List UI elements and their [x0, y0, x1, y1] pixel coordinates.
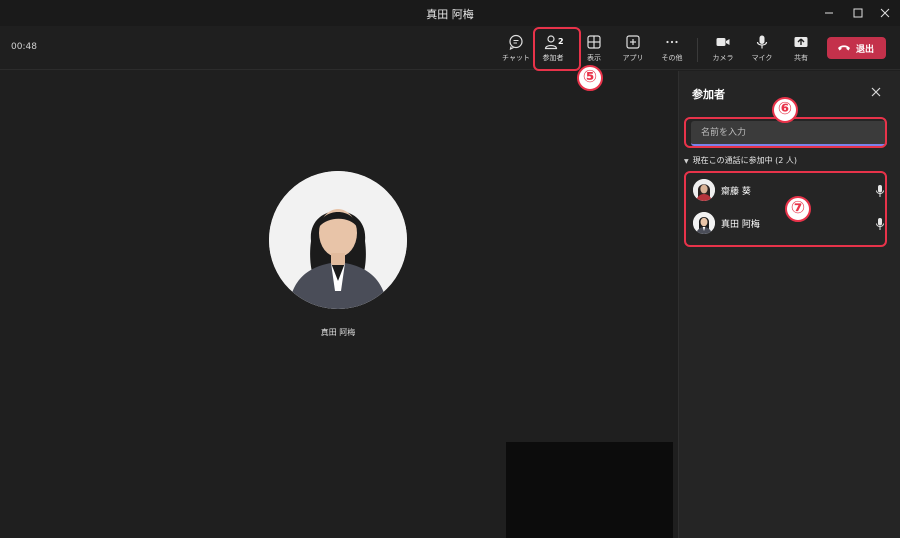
- hangup-icon: [838, 45, 850, 51]
- meeting-toolbar: 00:48 チャット 2 参加者 表示 アプリ その他 カメラ マイク 共有 退…: [0, 26, 900, 71]
- camera-label: カメラ: [712, 54, 734, 62]
- toolbar-divider: [697, 38, 698, 62]
- share-label: 共有: [794, 54, 808, 62]
- plus-box-icon: [626, 35, 640, 49]
- chat-button[interactable]: チャット: [496, 32, 536, 66]
- leave-button[interactable]: 退出: [827, 37, 886, 59]
- window-title: 真田 阿梅: [426, 8, 474, 21]
- grid-icon: [587, 35, 601, 49]
- collapse-caret-icon: ▼: [684, 158, 689, 165]
- maximize-icon[interactable]: [849, 4, 867, 22]
- participant-avatar-large: [269, 171, 407, 309]
- call-timer: 00:48: [11, 42, 37, 52]
- video-stage: 真田 阿梅: [0, 71, 677, 538]
- chat-label: チャット: [502, 54, 530, 62]
- apps-label: アプリ: [622, 54, 644, 62]
- stage-participant-name: 真田 阿梅: [320, 328, 356, 337]
- in-call-section-header[interactable]: ▼ 現在この通話に参加中 (2 人): [684, 155, 797, 166]
- mic-button[interactable]: マイク: [742, 32, 782, 66]
- microphone-icon: [756, 35, 768, 49]
- more-icon: [666, 40, 678, 44]
- chat-icon: [509, 34, 523, 50]
- camera-button[interactable]: カメラ: [703, 32, 743, 66]
- minimize-icon[interactable]: [820, 4, 838, 22]
- mic-label: マイク: [751, 54, 773, 62]
- callout-participants-button: [533, 27, 581, 71]
- callout-badge-5: ⑤: [577, 65, 603, 91]
- callout-badge-6: ⑥: [772, 97, 798, 123]
- self-video-preview: [506, 442, 673, 538]
- camera-icon: [716, 38, 730, 46]
- in-call-section-label: 現在この通話に参加中 (2 人): [692, 156, 798, 165]
- callout-badge-7: ⑦: [785, 196, 811, 222]
- share-icon: [794, 37, 808, 47]
- more-button[interactable]: その他: [652, 32, 692, 66]
- panel-close-icon[interactable]: [869, 84, 883, 98]
- share-button[interactable]: 共有: [781, 32, 821, 66]
- close-icon[interactable]: [876, 4, 894, 22]
- title-bar: 真田 阿梅: [0, 0, 900, 26]
- leave-label: 退出: [856, 45, 875, 55]
- apps-button[interactable]: アプリ: [613, 32, 653, 66]
- panel-title: 参加者: [692, 88, 725, 101]
- more-label: その他: [661, 54, 683, 62]
